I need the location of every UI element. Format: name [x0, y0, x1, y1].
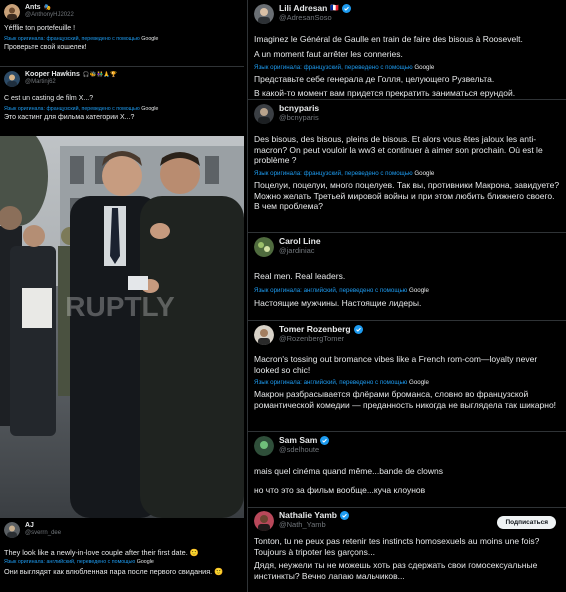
- author-handle[interactable]: @jardiniac: [279, 246, 321, 256]
- tweet-text: C est un casting de film X...?: [4, 95, 94, 102]
- divider: [248, 320, 566, 321]
- photo-scene: RUPTLY: [0, 136, 244, 518]
- avatar[interactable]: [254, 104, 274, 124]
- avatar[interactable]: [254, 237, 274, 257]
- avatar[interactable]: [254, 325, 274, 345]
- verified-badge-icon: [342, 4, 352, 14]
- reply-tweet[interactable]: Sam Sam @sdelhoute mais quel cinéma quan…: [248, 435, 566, 495]
- translation-note[interactable]: Язык оригинала: французский, переведено …: [254, 64, 560, 71]
- translation-note[interactable]: Язык оригинала: английский, переведено с…: [4, 559, 244, 565]
- left-screenshot: Ants 🎭 @AnthonyHJ2022 Yéfflie ton portef…: [0, 0, 244, 592]
- name-emoji: 🇫🇷: [330, 4, 340, 12]
- avatar[interactable]: [4, 4, 20, 20]
- avatar[interactable]: [4, 71, 20, 87]
- author-handle[interactable]: @sdelhoute: [279, 445, 329, 455]
- translated-text: Это кастинг для фильма категории X...?: [4, 113, 135, 121]
- avatar[interactable]: [4, 522, 20, 538]
- translation-note[interactable]: Язык оригинала: французский, переведено …: [4, 36, 244, 42]
- tweet-photo[interactable]: RUPTLY: [0, 136, 244, 518]
- author-name[interactable]: Ants: [25, 4, 41, 12]
- watermark: RUPTLY: [65, 291, 175, 322]
- verified-badge-icon: [353, 325, 363, 335]
- author-handle[interactable]: @RozenbergTomer: [279, 334, 363, 344]
- divider: [248, 507, 566, 508]
- author-handle[interactable]: @Martinj62: [25, 79, 117, 86]
- follow-button[interactable]: Подписаться: [497, 516, 556, 529]
- translated-text: Поцелуи, поцелуи, много поцелуев. Так вы…: [254, 179, 560, 212]
- reply-tweet[interactable]: AJ @sverrn_dee They look like a newly-in…: [0, 522, 244, 576]
- translated-text: Они выглядят как влюбленная пара после п…: [4, 567, 224, 577]
- tweet-text: Macron's tossing out bromance vibes like…: [254, 354, 538, 375]
- reply-tweet[interactable]: Lili Adresan 🇫🇷 @AdresanSoso Imaginez le…: [248, 3, 566, 99]
- avatar[interactable]: [254, 511, 274, 531]
- tweet-text: Imaginez le Général de Gaulle en train d…: [254, 34, 523, 59]
- translation-note[interactable]: Язык оригинала: английский, переведено с…: [254, 287, 560, 294]
- avatar[interactable]: [254, 436, 274, 456]
- divider: [248, 431, 566, 432]
- author-handle[interactable]: @sverrn_dee: [25, 530, 61, 537]
- tweet-text: Real men. Real leaders.: [254, 271, 346, 281]
- reply-tweet[interactable]: Tomer Rozenberg @RozenbergTomer Macron's…: [248, 324, 566, 411]
- verified-badge-icon: [339, 511, 349, 521]
- verified-badge-icon: [320, 436, 330, 446]
- reply-tweet[interactable]: Carol Line @jardiniac Real men. Real lea…: [248, 236, 566, 308]
- author-handle[interactable]: @Nath_Yamb: [279, 520, 349, 530]
- name-emoji: 🎭: [43, 4, 52, 11]
- name-emoji: 🎧🐝👫🙏🏆: [82, 71, 118, 78]
- author-name[interactable]: AJ: [25, 522, 61, 530]
- translated-text: Представьте себе генерала де Голля, целу…: [254, 74, 516, 98]
- divider: [248, 99, 566, 100]
- tweet-text: They look like a newly-in-love couple af…: [4, 548, 199, 557]
- translation-note[interactable]: Язык оригинала: английский, переведено с…: [254, 379, 560, 386]
- reply-tweet[interactable]: Ants 🎭 @AnthonyHJ2022 Yéfflie ton portef…: [0, 4, 244, 53]
- reply-tweet[interactable]: Kooper Hawkins 🎧🐝👫🙏🏆 @Martinj62 C est un…: [0, 71, 244, 123]
- tweet-text: mais quel cinéma quand même...bande de c…: [254, 466, 443, 476]
- translated-text: Макрон разбрасывается флёрами броманса, …: [254, 389, 557, 410]
- author-handle[interactable]: @AdresanSoso: [279, 13, 351, 23]
- author-handle[interactable]: @AnthonyHJ2022: [25, 12, 74, 19]
- divider: [248, 232, 566, 233]
- right-screenshot: Lili Adresan 🇫🇷 @AdresanSoso Imaginez le…: [247, 0, 566, 592]
- tweet-text: Des bisous, des bisous, pleins de bisous…: [254, 134, 543, 166]
- divider: [0, 66, 244, 67]
- translated-text: Настоящие мужчины. Настоящие лидеры.: [254, 297, 422, 308]
- author-name[interactable]: Kooper Hawkins: [25, 71, 80, 79]
- translation-note[interactable]: Язык оригинала: французский, переведено …: [254, 170, 560, 177]
- translated-text: но что это за фильм вообще...куча клоуно…: [254, 484, 426, 495]
- reply-tweet[interactable]: bcnyparis @bcnyparis Des bisous, des bis…: [248, 103, 566, 212]
- author-handle[interactable]: @bcnyparis: [279, 113, 319, 123]
- translated-text: Дядя, неужели ты не можешь хоть раз сдер…: [254, 560, 538, 581]
- tweet-text: Yéfflie ton portefeuille !: [4, 25, 76, 32]
- translation-note[interactable]: Язык оригинала: французский, переведено …: [4, 106, 244, 112]
- avatar[interactable]: [254, 4, 274, 24]
- translated-text: Проверьте свой кошелек!: [4, 43, 87, 51]
- tweet-text: Tonton, tu ne peux pas retenir tes insti…: [254, 536, 540, 557]
